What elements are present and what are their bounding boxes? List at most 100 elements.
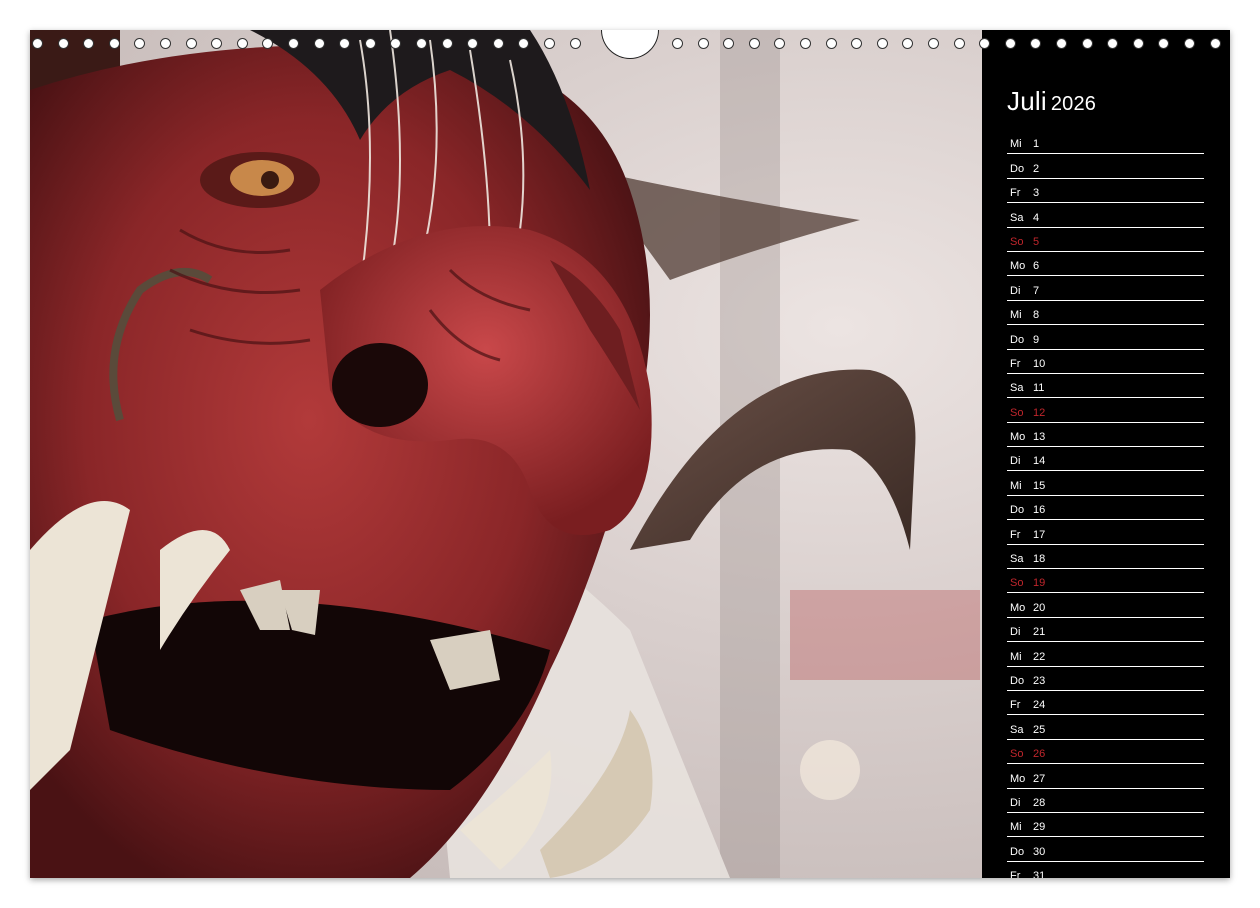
binding-hole [288,38,299,49]
binding-hole [185,38,197,49]
binding-hole [134,38,146,49]
day-row: So 12 [1007,398,1204,423]
weekday-label: Di [1010,626,1021,639]
day-row: So 26 [1007,740,1204,765]
binding-hole [1209,38,1221,49]
binding-hole [544,38,555,49]
day-row: Mo 6 [1007,252,1204,277]
weekday-label: Do [1010,845,1025,858]
binding-hole [108,38,120,49]
weekday-label: Do [1010,504,1025,517]
weekday-label: So [1010,748,1024,761]
weekday-label: Mi [1010,138,1022,151]
weekday-label: Di [1010,796,1021,809]
binding-hole [825,38,837,49]
day-row: Fr 3 [1007,179,1204,204]
krampus-mask-photo [30,30,982,878]
day-row: Sa 4 [1007,203,1204,228]
day-number: 12 [1033,406,1046,419]
weekday-label: So [1010,235,1024,248]
binding-hole [851,38,863,49]
day-row: Mo 27 [1007,764,1204,789]
binding-hole [364,38,376,49]
day-number: 3 [1033,187,1040,200]
day-row: Mi 1 [1007,130,1204,155]
binding-hole [83,38,95,49]
weekday-label: So [1010,406,1024,419]
day-number: 14 [1033,455,1046,468]
day-number: 23 [1033,674,1046,687]
binding-hole [1004,38,1016,49]
binding-hole [876,38,888,49]
day-row: Sa 11 [1007,374,1204,399]
weekday-label: So [1010,577,1024,590]
month-title: Juli 2026 [1007,86,1096,117]
binding-hole [313,38,325,49]
day-number: 6 [1033,260,1040,273]
binding-hole [518,38,530,49]
day-number: 10 [1033,357,1046,370]
calendar-page: Juli 2026 Mi 1 Do 2 Fr 3 Sa 4 So 5 Mo 6 Di 7 Mi 8 Do 9 Fr 10… [30,30,1230,878]
day-row: Do 16 [1007,496,1204,521]
day-number: 25 [1033,723,1046,736]
date-panel: Juli 2026 Mi 1 Do 2 Fr 3 Sa 4 So 5 Mo 6 Di 7 Mi 8 Do 9 Fr 10… [982,30,1230,878]
binding-hole [236,38,248,49]
day-row: Fr 31 [1007,862,1204,878]
day-row: Di 28 [1007,789,1204,813]
weekday-label: Di [1010,455,1021,468]
day-row: Fr 17 [1007,520,1204,545]
day-row: Do 30 [1007,837,1204,862]
binding-hole [57,38,69,49]
weekday-label: Mi [1010,309,1022,322]
day-row: Di 21 [1007,618,1204,643]
day-number: 27 [1033,772,1046,785]
day-row: Mi 22 [1007,642,1204,667]
binding-hole [339,38,351,49]
binding-hole [1056,38,1067,49]
binding-hole [902,38,914,49]
binding-hole [1158,38,1170,49]
weekday-label: Mo [1010,772,1026,785]
day-number: 26 [1033,748,1046,761]
day-number: 16 [1033,504,1046,517]
day-number: 8 [1033,309,1040,322]
day-number: 17 [1033,528,1046,541]
day-number: 21 [1033,626,1046,639]
binding-hole [262,38,274,49]
day-row: Mi 15 [1007,471,1204,496]
day-row: So 19 [1007,569,1204,594]
day-number: 9 [1033,333,1040,346]
weekday-label: Mi [1010,479,1022,492]
day-row: Fr 24 [1007,691,1204,716]
day-number: 28 [1033,796,1046,809]
binding-hole [1132,38,1144,49]
binding-hole [492,38,504,49]
weekday-label: Di [1010,284,1021,297]
month-name: Juli [1007,86,1047,116]
binding-hole [416,38,427,49]
day-number: 24 [1033,699,1046,712]
day-number: 15 [1033,479,1046,492]
day-number: 29 [1033,821,1046,834]
binding-hole [390,38,402,49]
day-number: 18 [1033,553,1046,566]
day-number: 2 [1033,162,1040,175]
binding-hole [211,38,223,49]
year-label: 2026 [1050,93,1097,115]
day-number: 30 [1033,845,1046,858]
weekday-label: Mo [1010,601,1026,614]
day-number: 4 [1033,211,1040,224]
weekday-label: Sa [1010,382,1024,395]
day-row: Do 9 [1007,325,1204,350]
day-number: 31 [1033,870,1046,878]
binding-hole [1081,38,1093,49]
weekday-label: Do [1010,674,1025,687]
binding-hole [467,38,479,49]
binding-hole [1030,38,1042,49]
day-number: 13 [1033,431,1046,444]
binding-hole [723,38,735,49]
weekday-label: Mo [1010,431,1026,444]
day-row: Sa 18 [1007,545,1204,570]
day-row: Do 23 [1007,667,1204,691]
day-number: 5 [1033,235,1040,248]
